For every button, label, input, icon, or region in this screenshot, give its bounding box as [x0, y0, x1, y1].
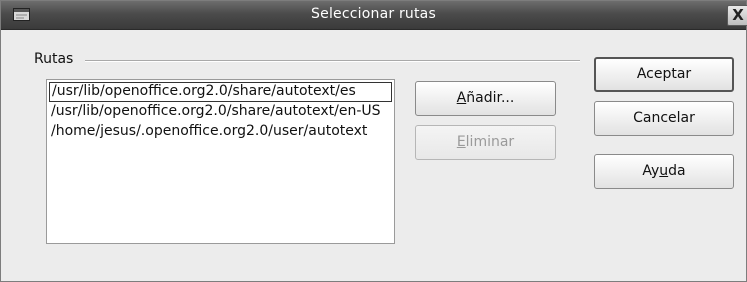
section-divider — [85, 60, 580, 62]
cancel-button[interactable]: Cancelar — [594, 101, 734, 136]
dialog-window: Seleccionar rutas X Rutas /usr/lib/openo… — [0, 0, 747, 282]
path-list-item[interactable]: /usr/lib/openoffice.org2.0/share/autotex… — [49, 82, 392, 102]
help-button[interactable]: Ayuda — [594, 154, 734, 189]
help-button-label-pre: Ay — [642, 163, 660, 179]
path-list-item[interactable]: /usr/lib/openoffice.org2.0/share/autotex… — [49, 102, 392, 122]
window-title: Seleccionar rutas — [311, 6, 436, 22]
remove-button-label-post: liminar — [465, 134, 515, 150]
section-label-rutas: Rutas — [34, 51, 74, 67]
add-button-mnemonic: A — [456, 90, 467, 106]
close-icon[interactable]: X — [727, 5, 747, 26]
remove-button[interactable]: Eliminar — [415, 125, 556, 160]
accept-button[interactable]: Aceptar — [594, 57, 734, 92]
path-list-item[interactable]: /home/jesus/.openoffice.org2.0/user/auto… — [49, 122, 392, 142]
paths-listbox[interactable]: /usr/lib/openoffice.org2.0/share/autotex… — [46, 79, 395, 244]
add-button-label-post: ñadir... — [466, 90, 515, 106]
help-button-label-post: da — [668, 163, 686, 179]
help-button-mnemonic: u — [659, 163, 669, 179]
add-button[interactable]: Añadir... — [415, 81, 556, 116]
remove-button-mnemonic: E — [456, 134, 466, 150]
title-bar[interactable]: Seleccionar rutas X — [1, 1, 747, 30]
